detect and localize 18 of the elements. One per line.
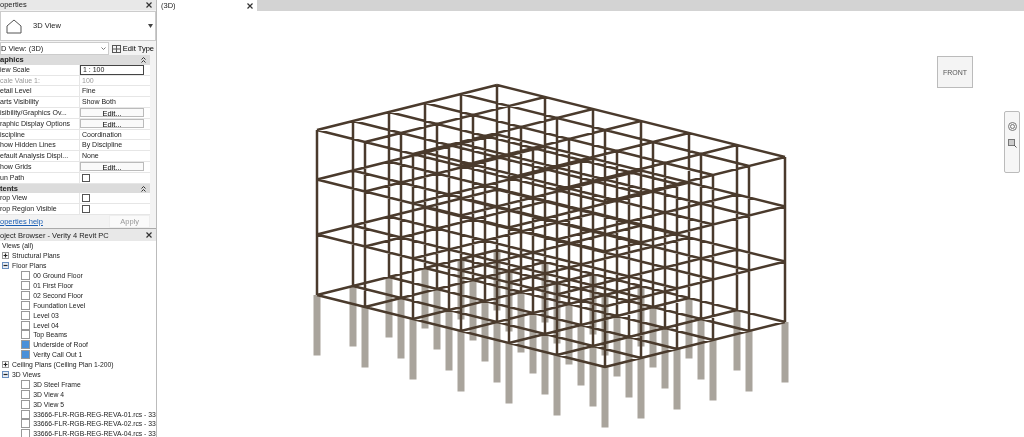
collapse-icon[interactable] [141,56,146,63]
tree-expander-icon[interactable] [2,371,9,378]
tree-expander-icon[interactable] [2,252,9,260]
tree-expander-icon[interactable] [2,361,9,369]
close-icon[interactable] [146,1,152,8]
steering-wheel-icon[interactable] [1007,122,1017,131]
checkbox[interactable] [82,173,90,182]
checkbox[interactable] [82,194,90,203]
tree-expander-icon[interactable] [2,262,9,270]
navigation-bar[interactable] [1004,111,1020,173]
edit-type-icon [111,44,121,53]
chevron-down-icon [100,47,106,51]
checkbox[interactable] [82,205,90,214]
collapse-icon[interactable] [141,185,146,192]
caret-icon[interactable] [148,23,153,28]
close-icon[interactable] [146,232,152,238]
close-icon[interactable] [247,2,253,9]
zoom-icon[interactable] [1007,139,1017,148]
